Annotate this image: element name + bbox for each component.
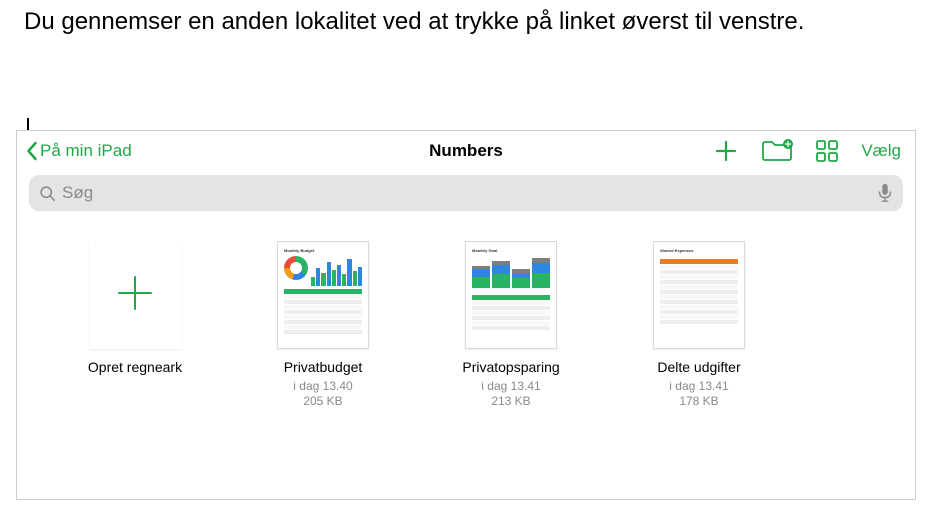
- plus-icon: [713, 138, 739, 164]
- file-size: 213 KB: [491, 394, 530, 410]
- create-label: Opret regneark: [88, 359, 182, 376]
- file-grid: Opret regneark Monthly Budget: [17, 217, 915, 434]
- file-name: Delte udgifter: [657, 359, 740, 376]
- file-thumbnail: Monthly Budget: [277, 241, 369, 349]
- search-bar[interactable]: [29, 175, 903, 211]
- new-folder-button[interactable]: [761, 138, 793, 164]
- app-window: På min iPad Numbers: [16, 130, 916, 500]
- help-callout: Du gennemser en anden lokalitet ved at t…: [24, 6, 804, 38]
- file-size: 178 KB: [679, 394, 718, 410]
- folder-plus-icon: [761, 138, 793, 164]
- file-date: i dag 13.41: [669, 379, 728, 395]
- file-name: Privatbudget: [284, 359, 363, 376]
- view-grid-button[interactable]: [815, 139, 839, 163]
- search-input[interactable]: [62, 183, 877, 203]
- search-icon: [39, 185, 56, 202]
- help-callout-text: Du gennemser en anden lokalitet ved at t…: [24, 8, 804, 35]
- file-item[interactable]: Monthly Budget: [253, 241, 393, 410]
- plus-large-icon: [109, 267, 161, 324]
- nav-actions: Vælg: [713, 138, 907, 164]
- file-item[interactable]: Monthly Goal Privatopsparing i dag 13: [441, 241, 581, 410]
- file-name: Privatopsparing: [462, 359, 559, 376]
- file-item[interactable]: Shared Expenses Delte udgifter i dag 13.…: [629, 241, 769, 410]
- file-thumbnail: Monthly Goal: [465, 241, 557, 349]
- back-label: På min iPad: [40, 141, 132, 161]
- file-thumbnail: Shared Expenses: [653, 241, 745, 349]
- navigation-bar: På min iPad Numbers: [17, 131, 915, 171]
- chevron-left-icon: [25, 141, 38, 161]
- file-date: i dag 13.40: [293, 379, 352, 395]
- file-size: 205 KB: [303, 394, 342, 410]
- back-button[interactable]: På min iPad: [25, 141, 132, 161]
- grid-icon: [815, 139, 839, 163]
- create-thumbnail: [89, 241, 181, 349]
- dictation-button[interactable]: [877, 183, 893, 203]
- select-button[interactable]: Vælg: [861, 141, 901, 161]
- page-title: Numbers: [429, 141, 503, 161]
- add-button[interactable]: [713, 138, 739, 164]
- create-spreadsheet-button[interactable]: Opret regneark: [65, 241, 205, 410]
- file-date: i dag 13.41: [481, 379, 540, 395]
